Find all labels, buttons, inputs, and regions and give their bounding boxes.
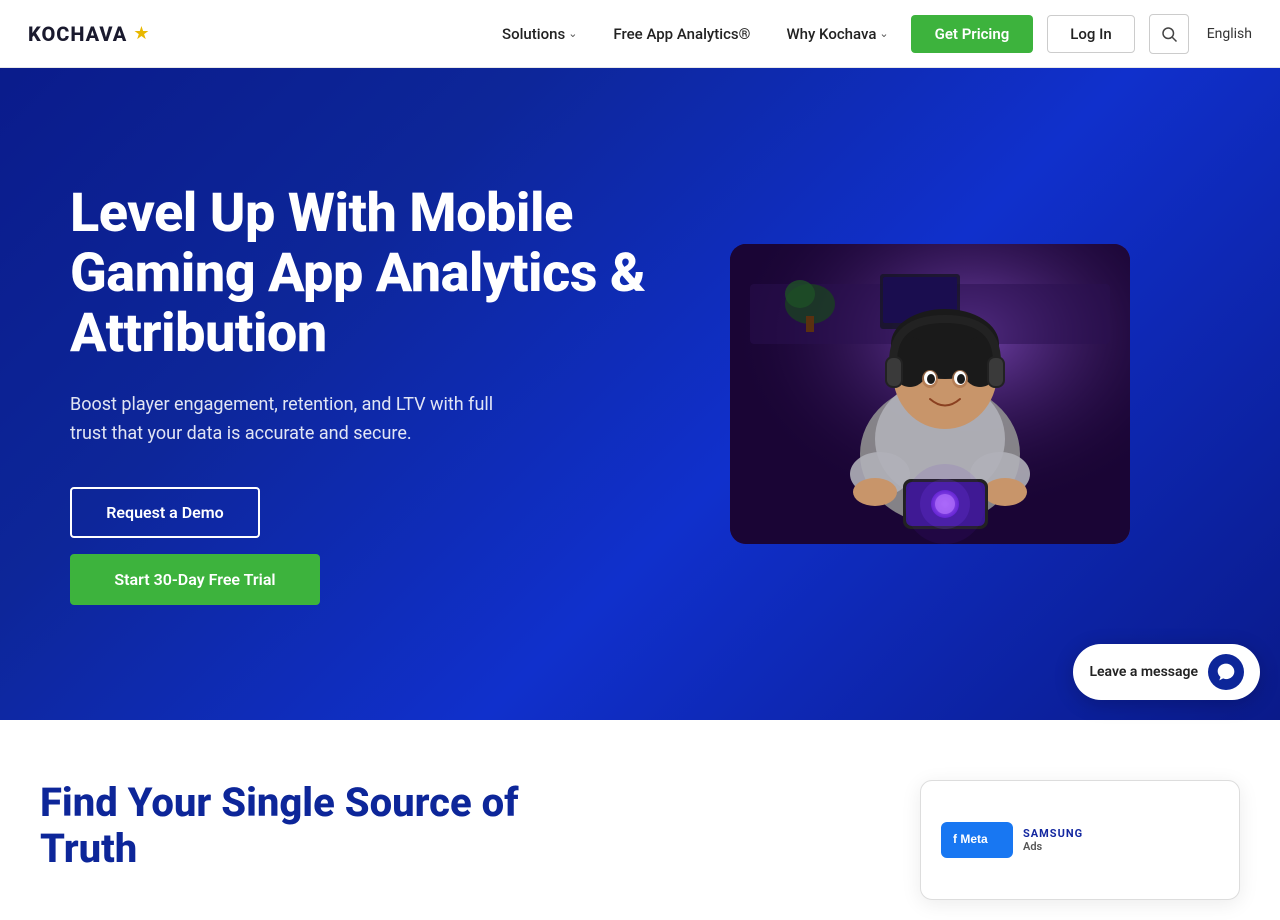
- nav-why-kochava[interactable]: Why Kochava ⌄: [772, 17, 902, 51]
- nav-analytics[interactable]: Free App Analytics®: [599, 17, 764, 51]
- logo[interactable]: KOCHAVA ★: [28, 22, 149, 46]
- request-demo-button[interactable]: Request a Demo: [70, 487, 260, 538]
- samsung-ads-logo: SAMSUNG Ads: [1023, 827, 1083, 853]
- gamer-figure: [730, 244, 1130, 544]
- svg-text:f Meta: f Meta: [953, 832, 988, 846]
- gamer-illustration: [730, 244, 1130, 544]
- hero-actions: Request a Demo Start 30-Day Free Trial: [70, 487, 650, 605]
- get-pricing-button[interactable]: Get Pricing: [911, 15, 1034, 53]
- chat-label: Leave a message: [1089, 664, 1198, 680]
- meta-logo: f Meta: [941, 822, 1013, 858]
- logo-star: ★: [133, 23, 149, 44]
- section-bottom-right: f Meta SAMSUNG Ads: [600, 780, 1240, 900]
- section-bottom-left: Find Your Single Source of Truth: [40, 780, 540, 872]
- logo-text: KOCHAVA: [28, 22, 127, 46]
- search-icon: [1160, 25, 1178, 43]
- hero-content: Level Up With Mobile Gaming App Analytic…: [70, 184, 650, 605]
- samsung-text: SAMSUNG: [1023, 827, 1083, 840]
- hero-image: [730, 244, 1130, 544]
- search-button[interactable]: [1149, 14, 1189, 54]
- login-button[interactable]: Log In: [1047, 15, 1134, 53]
- free-trial-button[interactable]: Start 30-Day Free Trial: [70, 554, 320, 605]
- chat-widget[interactable]: Leave a message: [1073, 644, 1260, 700]
- meta-logo-svg: f Meta: [951, 828, 1003, 848]
- ads-text: Ads: [1023, 840, 1042, 853]
- hero-title: Level Up With Mobile Gaming App Analytic…: [70, 184, 650, 365]
- hero-section: Level Up With Mobile Gaming App Analytic…: [0, 0, 1280, 720]
- ad-panel: f Meta SAMSUNG Ads: [920, 780, 1240, 900]
- language-selector[interactable]: English: [1207, 26, 1252, 42]
- nav-solutions[interactable]: Solutions ⌄: [488, 17, 591, 51]
- section-bottom: Find Your Single Source of Truth f Meta …: [0, 720, 1280, 920]
- nav-links: Solutions ⌄ Free App Analytics® Why Koch…: [488, 14, 1252, 54]
- navbar: KOCHAVA ★ Solutions ⌄ Free App Analytics…: [0, 0, 1280, 68]
- chat-icon-circle: [1208, 654, 1244, 690]
- section2-title: Find Your Single Source of Truth: [40, 780, 540, 872]
- chevron-down-icon-2: ⌄: [879, 27, 888, 40]
- chevron-down-icon: ⌄: [568, 27, 577, 40]
- hero-image-wrapper: [710, 244, 1150, 544]
- hero-subtitle: Boost player engagement, retention, and …: [70, 391, 510, 449]
- chat-icon: [1216, 662, 1236, 682]
- ad-logos: f Meta SAMSUNG Ads: [941, 822, 1083, 858]
